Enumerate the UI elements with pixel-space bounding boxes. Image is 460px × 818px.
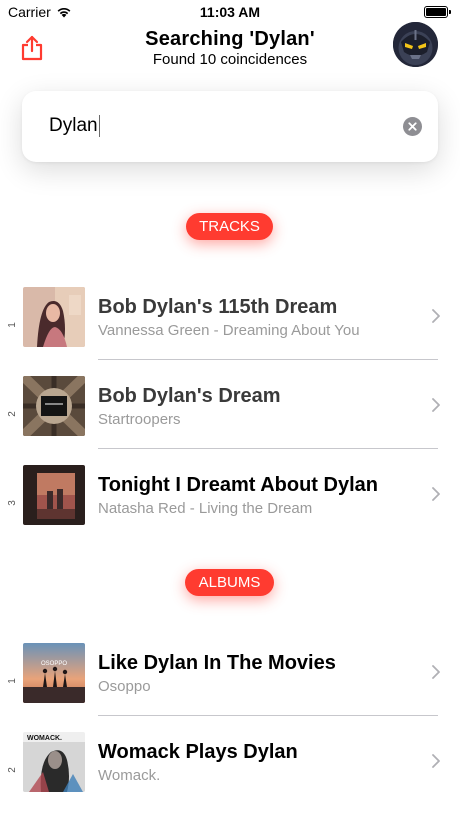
chevron-right-icon bbox=[432, 754, 440, 768]
chevron-right-icon bbox=[432, 665, 440, 679]
track-title: Bob Dylan's Dream bbox=[98, 385, 281, 407]
track-subtitle: Vannessa Green - Dreaming About You bbox=[98, 322, 360, 339]
avatar[interactable] bbox=[393, 22, 438, 67]
track-title: Tonight I Dreamt About Dylan bbox=[98, 474, 378, 496]
row-divider bbox=[98, 448, 438, 449]
status-bar: Carrier 11:03 AM bbox=[0, 0, 460, 24]
clear-icon[interactable] bbox=[403, 117, 422, 136]
album-artwork: WOMACK. bbox=[23, 732, 85, 792]
album-art-lettering: OSOPPO bbox=[41, 661, 67, 667]
text-caret bbox=[98, 115, 101, 137]
album-title: Like Dylan In The Movies bbox=[98, 652, 336, 674]
search-field[interactable]: Dylan bbox=[22, 91, 438, 162]
album-title: Womack Plays Dylan bbox=[98, 741, 298, 763]
track-title: Bob Dylan's 115th Dream bbox=[98, 296, 338, 318]
chevron-right-icon bbox=[432, 309, 440, 323]
track-row-2[interactable]: 2 Bob Dylan's Dream Startroopers bbox=[0, 376, 460, 465]
battery-icon bbox=[424, 6, 451, 18]
album-art-lettering: WOMACK. bbox=[27, 735, 62, 742]
track-subtitle: Natasha Red - Living the Dream bbox=[98, 500, 313, 517]
track-row-1[interactable]: 1 Bob Dylan's 115th Dream Vannessa Green… bbox=[0, 287, 460, 376]
search-input[interactable]: Dylan bbox=[49, 115, 101, 137]
row-divider bbox=[98, 715, 438, 716]
album-rank: 1 bbox=[6, 678, 18, 684]
row-divider bbox=[98, 359, 438, 360]
track-row-3[interactable]: 3 Tonight I Dreamt About Dylan Natasha R… bbox=[0, 465, 460, 554]
track-artwork bbox=[23, 287, 85, 347]
album-subtitle: Womack. bbox=[98, 767, 161, 784]
chevron-right-icon bbox=[432, 398, 440, 412]
tracks-section-label: TRACKS bbox=[186, 213, 273, 240]
track-rank: 3 bbox=[6, 500, 18, 506]
chevron-right-icon bbox=[432, 487, 440, 501]
album-row-1[interactable]: 1 OSOPPO Like Dylan In The Movies Osoppo bbox=[0, 643, 460, 732]
album-row-2[interactable]: 2 WOMACK. Womack Plays Dylan Womack. bbox=[0, 732, 460, 818]
album-rank: 2 bbox=[6, 767, 18, 773]
album-artwork: OSOPPO bbox=[23, 643, 85, 703]
result-count: Found 10 coincidences bbox=[152, 51, 308, 68]
track-subtitle: Startroopers bbox=[98, 411, 181, 428]
page-title: Searching 'Dylan' bbox=[145, 28, 315, 50]
track-rank: 1 bbox=[6, 322, 18, 328]
track-artwork bbox=[23, 465, 85, 525]
albums-section-label: ALBUMS bbox=[185, 569, 274, 596]
track-artwork bbox=[23, 376, 85, 436]
status-time: 11:03 AM bbox=[199, 4, 261, 20]
album-subtitle: Osoppo bbox=[98, 678, 151, 695]
search-value: Dylan bbox=[49, 115, 98, 136]
track-rank: 2 bbox=[6, 411, 18, 417]
